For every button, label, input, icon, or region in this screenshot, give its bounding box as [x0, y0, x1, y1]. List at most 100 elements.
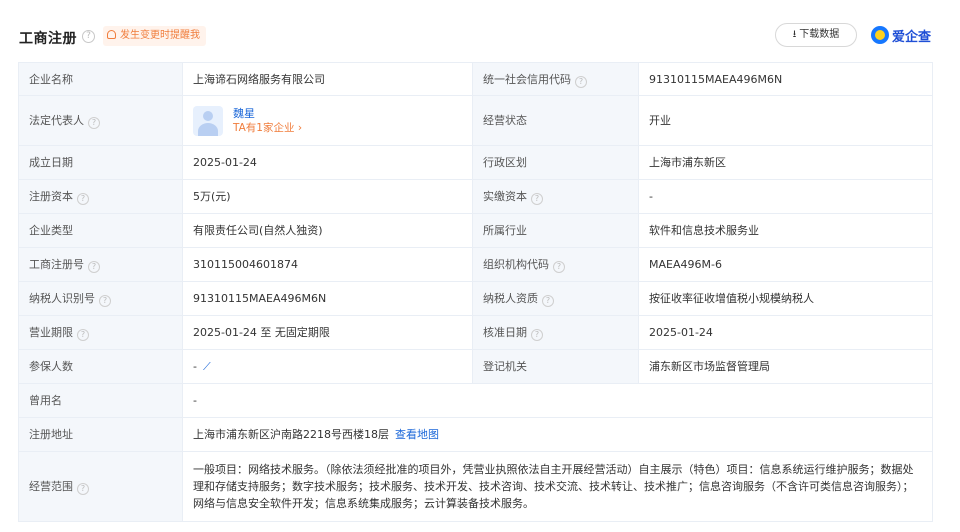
table-label: 成立日期 — [29, 156, 73, 169]
table-value: 91310115MAEA496M6N — [649, 72, 783, 86]
label-established: 成立日期 — [18, 145, 183, 180]
table-label: 所属行业 — [483, 224, 527, 237]
table-label: 行政区划 — [483, 156, 527, 169]
value-company-type: 有限责任公司(自然人独资) — [182, 213, 473, 248]
table-label: 组织机构代码 — [483, 258, 549, 271]
label-region: 行政区划 — [472, 145, 639, 180]
value-approval-date: 2025-01-24 — [638, 315, 933, 350]
aiqicha-logo[interactable]: 爱企查 — [871, 25, 931, 45]
label-reg-authority: 登记机关 — [472, 349, 639, 384]
value-taxpayer-id: 91310115MAEA496M6N — [182, 281, 473, 316]
aiqicha-logo-text: 爱企查 — [892, 29, 932, 45]
table-value: 310115004601874 — [193, 258, 298, 271]
table-row: 纳税人识别号? 91310115MAEA496M6N 纳税人资质? 按征收率征收… — [18, 281, 933, 316]
help-icon[interactable]: ? — [99, 295, 111, 307]
table-row: 注册资本? 5万(元) 实缴资本? - — [18, 179, 933, 214]
legal-rep-name[interactable]: 魏星 — [233, 106, 302, 121]
value-reg-authority: 浦东新区市场监督管理局 — [638, 349, 933, 384]
table-row: 注册地址 上海市浦东新区沪南路2218号西楼18层 查看地图 — [18, 417, 933, 452]
table-value: 按征收率征收增值税小规模纳税人 — [649, 292, 814, 305]
download-icon: ⭳ — [792, 29, 797, 40]
table-value: 5万(元) — [193, 190, 231, 203]
table-row: 企业类型 有限责任公司(自然人独资) 所属行业 软件和信息技术服务业 — [18, 213, 933, 248]
table-value: 2025-01-24 至 无固定期限 — [193, 326, 330, 339]
help-icon[interactable]: ? — [575, 75, 587, 88]
table-label: 实缴资本 — [483, 190, 527, 203]
help-icon[interactable]: ? — [77, 483, 89, 495]
help-icon[interactable]: ? — [531, 329, 543, 341]
change-reminder-label: 发生变更时提醒我 — [120, 30, 200, 41]
avatar — [193, 105, 223, 136]
help-icon[interactable]: ? — [77, 193, 89, 205]
label-business-status: 经营状态 — [472, 95, 639, 146]
value-company-name: 上海谛石网络服务有限公司 — [182, 62, 473, 96]
table-value: 上海市浦东新区 — [649, 156, 726, 169]
table-label: 企业名称 — [29, 72, 73, 86]
download-data-button[interactable]: ⭳ 下载数据 — [775, 23, 857, 47]
label-paid-capital: 实缴资本? — [472, 179, 639, 214]
table-label: 统一社会信用代码 — [483, 72, 571, 86]
table-value: 开业 — [649, 114, 671, 127]
help-icon[interactable]: ? — [553, 261, 565, 273]
value-credit-code: 91310115MAEA496M6N — [638, 62, 933, 96]
bell-icon — [107, 30, 116, 39]
label-business-term: 营业期限? — [18, 315, 183, 350]
legal-rep-companies-label: TA有1家企业 — [233, 121, 295, 134]
help-icon[interactable]: ? — [88, 261, 100, 273]
table-row: 参保人数 - ⟋ 登记机关 浦东新区市场监督管理局 — [18, 349, 933, 384]
label-legal-rep: 法定代表人? — [18, 95, 183, 146]
table-label: 注册资本 — [29, 190, 73, 203]
table-label: 工商注册号 — [29, 258, 84, 271]
table-label: 纳税人资质 — [483, 292, 538, 305]
download-data-label: 下载数据 — [799, 29, 840, 40]
label-reg-address: 注册地址 — [18, 417, 183, 452]
table-row: 营业期限? 2025-01-24 至 无固定期限 核准日期? 2025-01-2… — [18, 315, 933, 350]
help-icon[interactable]: ? — [531, 193, 543, 205]
table-row: 成立日期 2025-01-24 行政区划 上海市浦东新区 — [18, 145, 933, 180]
label-business-scope: 经营范围? — [18, 451, 183, 522]
label-credit-code: 统一社会信用代码? — [472, 62, 639, 96]
label-reg-capital: 注册资本? — [18, 179, 183, 214]
label-reg-number: 工商注册号? — [18, 247, 183, 282]
registration-info-table: 企业名称 上海谛石网络服务有限公司 统一社会信用代码? 91310115MAEA… — [18, 62, 933, 522]
table-value: 2025-01-24 — [649, 326, 713, 339]
label-industry: 所属行业 — [472, 213, 639, 248]
value-org-code: MAEA496M-6 — [638, 247, 933, 282]
table-row: 经营范围? 一般项目：网络技术服务。（除依法须经批准的项目外，凭营业执照依法自主… — [18, 451, 933, 522]
table-label: 参保人数 — [29, 360, 73, 373]
table-value: - — [649, 190, 653, 203]
table-value: 一般项目：网络技术服务。（除依法须经批准的项目外，凭营业执照依法自主开展经营活动… — [193, 463, 914, 510]
table-label: 经营范围 — [29, 480, 73, 493]
help-icon[interactable]: ? — [542, 295, 554, 307]
section-header: 工商注册 ? 发生变更时提醒我 ⭳ 下载数据 爱企查 — [0, 0, 960, 62]
table-value: 上海市浦东新区沪南路2218号西楼18层 — [193, 428, 389, 441]
help-icon[interactable]: ? — [77, 329, 89, 341]
help-icon[interactable]: ? — [88, 117, 100, 129]
table-value: 浦东新区市场监督管理局 — [649, 360, 770, 373]
table-row: 法定代表人? 魏星 TA有1家企业 › 经营状态 开业 — [18, 95, 933, 146]
table-value: 有限责任公司(自然人独资) — [193, 224, 323, 237]
legal-rep-companies-link[interactable]: TA有1家企业 › — [233, 121, 302, 136]
label-approval-date: 核准日期? — [472, 315, 639, 350]
label-company-type: 企业类型 — [18, 213, 183, 248]
value-former-name: - — [182, 383, 933, 418]
legal-rep-person[interactable]: 魏星 TA有1家企业 › — [193, 105, 462, 136]
view-map-link[interactable]: 查看地图 — [395, 428, 439, 441]
value-reg-address: 上海市浦东新区沪南路2218号西楼18层 查看地图 — [182, 417, 933, 452]
table-value: 91310115MAEA496M6N — [193, 292, 327, 305]
label-taxpayer-qualification: 纳税人资质? — [472, 281, 639, 316]
trend-chart-icon[interactable]: ⟋ — [203, 360, 211, 373]
table-label: 注册地址 — [29, 428, 73, 441]
table-label: 纳税人识别号 — [29, 292, 95, 305]
value-legal-rep: 魏星 TA有1家企业 › — [182, 95, 473, 146]
table-label: 登记机关 — [483, 360, 527, 373]
label-org-code: 组织机构代码? — [472, 247, 639, 282]
label-company-name: 企业名称 — [18, 62, 183, 96]
help-icon[interactable]: ? — [82, 30, 95, 43]
table-value: 2025-01-24 — [193, 156, 257, 169]
section-title: 工商注册 — [19, 31, 77, 47]
table-value: 上海谛石网络服务有限公司 — [193, 72, 325, 86]
change-reminder-button[interactable]: 发生变更时提醒我 — [103, 26, 206, 46]
value-business-status: 开业 — [638, 95, 933, 146]
label-taxpayer-id: 纳税人识别号? — [18, 281, 183, 316]
